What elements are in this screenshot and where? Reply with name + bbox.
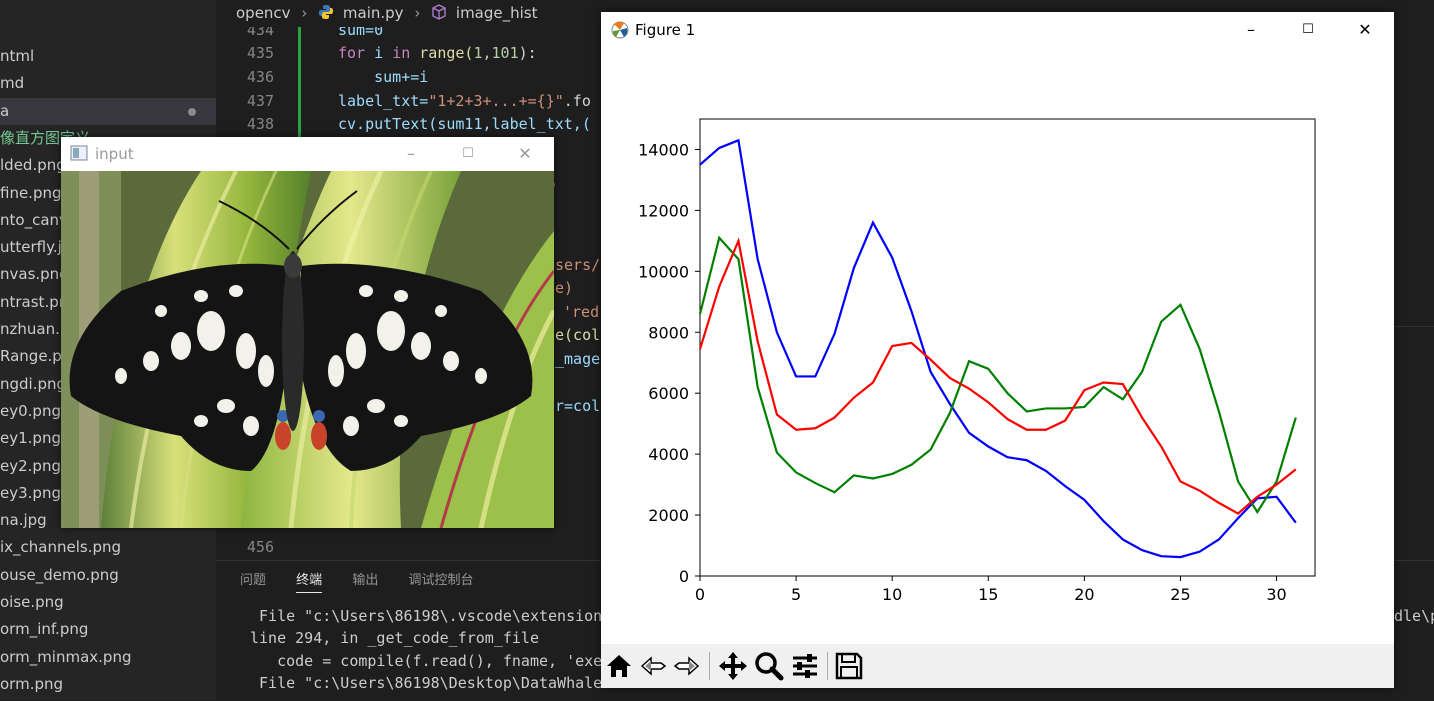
minimize-icon[interactable]: –: [1240, 19, 1262, 41]
butterfly-image: [61, 171, 554, 528]
matplotlib-icon: [611, 21, 629, 39]
x-tick-label: 25: [1170, 585, 1190, 604]
input-image-window[interactable]: input – ☐ ✕: [61, 137, 554, 528]
y-tick-label: 14000: [638, 140, 689, 159]
code-line: label_txt="1+2+3+...+={}".fo: [338, 92, 591, 110]
histogram-chart[interactable]: 0 5 10 15 20 25 30 0 2000 4000 6000 8000 10000 12000 1…: [601, 50, 1394, 645]
cube-symbol-icon: [432, 4, 446, 20]
y-tick-label: 2000: [648, 506, 689, 525]
close-icon[interactable]: ✕: [514, 143, 536, 165]
close-icon[interactable]: ✕: [1354, 19, 1376, 41]
tab-problems[interactable]: 问题: [240, 569, 266, 592]
maximize-icon[interactable]: ☐: [1297, 19, 1319, 41]
file-item[interactable]: ouse_demo.png: [0, 562, 216, 589]
pan-icon[interactable]: [717, 650, 749, 682]
terminal-line: code = compile(f.read(), fname, 'exe: [250, 652, 603, 670]
file-item[interactable]: orm_inf.png: [0, 616, 216, 643]
file-item[interactable]: oise.png: [0, 589, 216, 616]
y-tick-label: 4000: [648, 445, 689, 464]
window-title: input: [95, 145, 134, 163]
terminal-line: File "c:\Users\86198\Desktop\DataWhale: [250, 674, 603, 692]
y-tick-label: 12000: [638, 201, 689, 220]
line-number: 435: [246, 44, 274, 62]
navigation-toolbar: [601, 644, 1394, 688]
file-item[interactable]: a: [0, 97, 216, 125]
file-item[interactable]: md: [0, 70, 216, 97]
x-tick-label: 0: [695, 585, 705, 604]
code-line: sum+=i: [338, 68, 429, 86]
unsaved-dot-icon: [188, 107, 196, 116]
y-tick-label: 0: [679, 567, 689, 586]
line-number: 438: [246, 115, 274, 133]
toolbar-separator: [827, 652, 828, 680]
line-number: 434: [246, 27, 274, 39]
file-item[interactable]: ntml: [0, 43, 216, 70]
python-icon: [319, 5, 334, 19]
code-line: for i in range(1,101):: [338, 44, 537, 62]
x-tick-label: 20: [1074, 585, 1094, 604]
y-tick-label: 6000: [648, 384, 689, 403]
right-editor-group: [1394, 326, 1434, 557]
chevron-right-icon: ›: [414, 4, 421, 22]
y-tick-label: 10000: [638, 262, 689, 281]
home-icon[interactable]: [603, 650, 635, 682]
x-tick-label: 10: [882, 585, 902, 604]
save-icon[interactable]: [833, 650, 865, 682]
configure-icon[interactable]: [789, 650, 821, 682]
code-line: cv.putText(sum11,label_txt,(: [338, 115, 591, 133]
toolbar-separator: [709, 652, 710, 680]
breadcrumb: opencv › main.py › image_hist: [236, 4, 544, 22]
line-number: 436: [246, 68, 274, 86]
window-titlebar[interactable]: input – ☐ ✕: [61, 137, 554, 171]
file-item[interactable]: orm_minmax.png: [0, 644, 216, 671]
panel-tabs: 问题 终端 输出 调试控制台: [240, 569, 499, 593]
terminal-line-fragment: dle\p: [1394, 607, 1434, 625]
tab-output[interactable]: 输出: [352, 569, 378, 592]
terminal-line: File "c:\Users\86198\.vscode\extension: [250, 607, 603, 625]
terminal-line: line 294, in _get_code_from_file: [250, 629, 539, 647]
line-number: 437: [246, 92, 274, 110]
file-item[interactable]: orm.png: [0, 671, 216, 698]
back-icon[interactable]: [639, 650, 671, 682]
tab-terminal[interactable]: 终端: [296, 569, 323, 593]
plot-area: [699, 118, 1316, 577]
forward-icon[interactable]: [669, 650, 701, 682]
code-fragment: e): [555, 279, 574, 297]
breadcrumb-file[interactable]: main.py: [343, 4, 404, 22]
chevron-right-icon: ›: [301, 4, 308, 22]
code-fragment: r=col: [555, 397, 601, 415]
code-line: sum=0: [338, 27, 384, 39]
line-number: 456: [246, 538, 274, 556]
breadcrumb-folder[interactable]: opencv: [236, 4, 291, 22]
zoom-icon[interactable]: [753, 650, 785, 682]
code-fragment: sers/: [555, 256, 601, 274]
minimize-icon[interactable]: –: [400, 143, 422, 165]
tab-debug-console[interactable]: 调试控制台: [408, 569, 473, 592]
window-app-icon: [70, 145, 88, 161]
file-item[interactable]: ix_channels.png: [0, 534, 216, 561]
code-fragment: e(col: [555, 326, 601, 344]
x-tick-label: 30: [1266, 585, 1286, 604]
window-title: Figure 1: [635, 21, 696, 39]
x-tick-label: 5: [791, 585, 801, 604]
x-tick-label: 15: [978, 585, 998, 604]
maximize-icon[interactable]: ☐: [457, 143, 479, 165]
figure-window[interactable]: Figure 1 – ☐ ✕ 0 5 10 15 20 25 30 0 2000 4000 6000…: [601, 12, 1394, 688]
breadcrumb-symbol[interactable]: image_hist: [456, 4, 538, 22]
y-tick-label: 8000: [648, 323, 689, 342]
